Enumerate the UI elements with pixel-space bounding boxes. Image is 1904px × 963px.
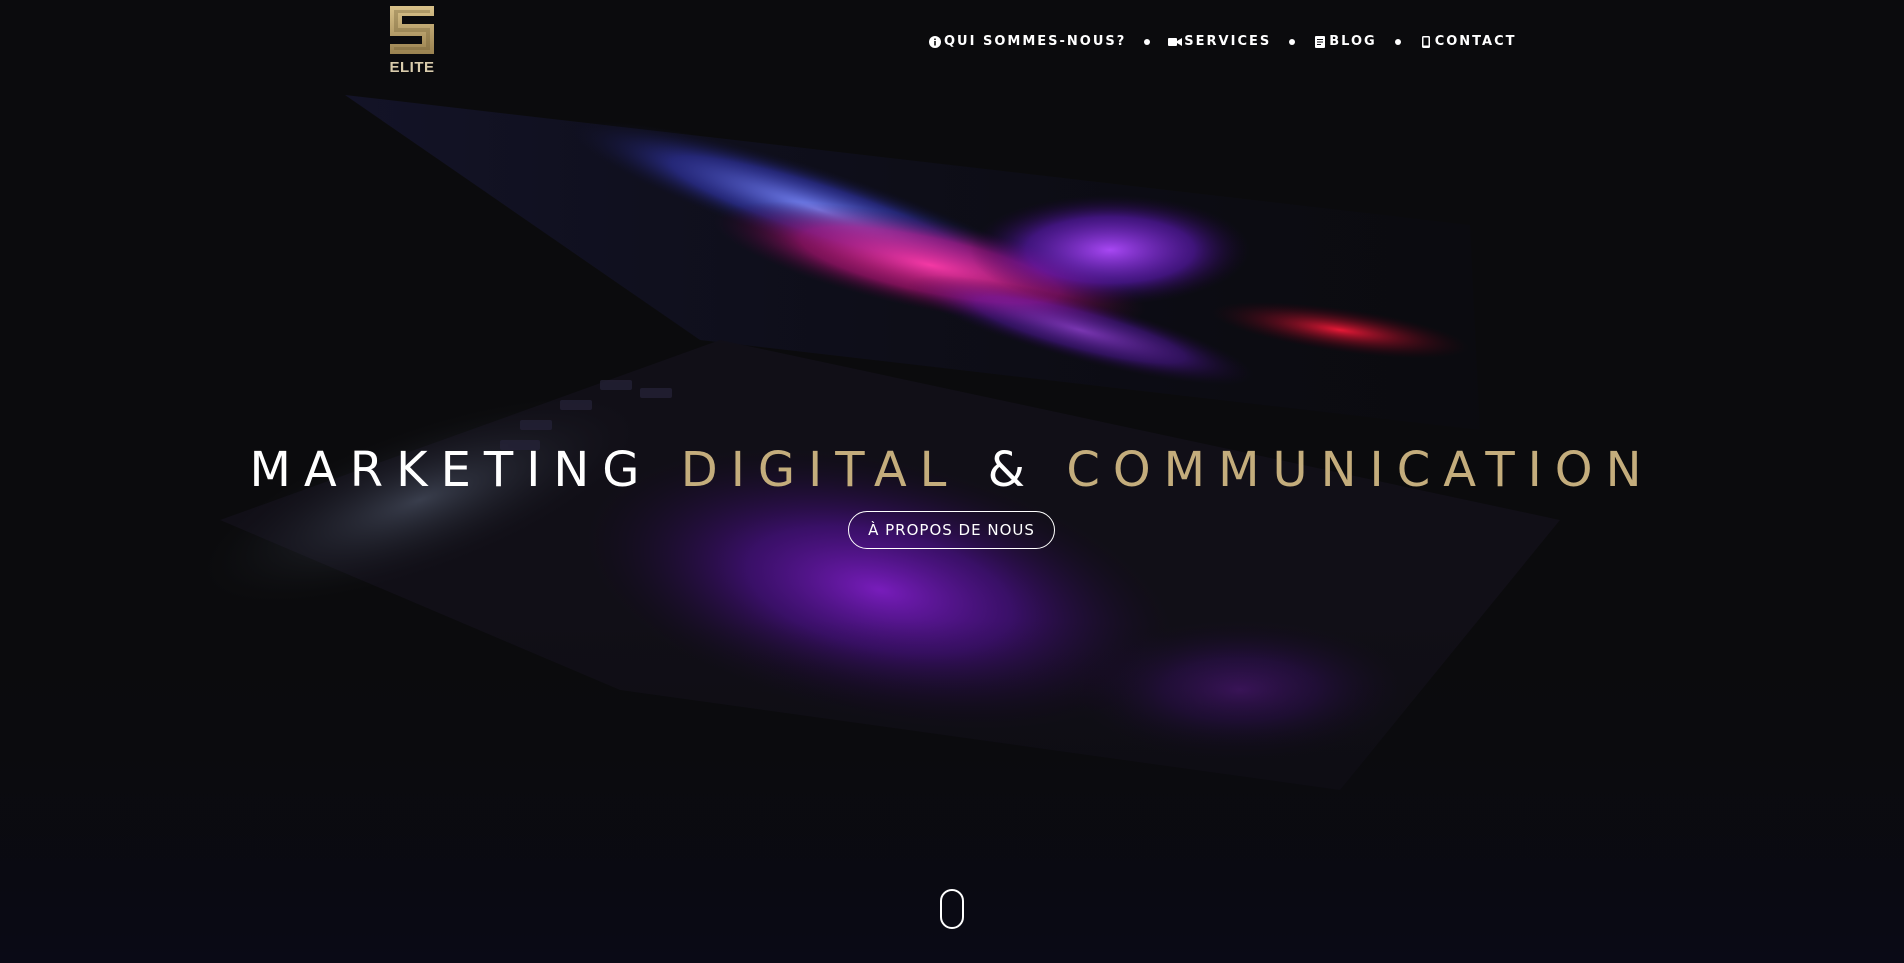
headline-word-marketing: MARKETING xyxy=(249,442,653,498)
nav-item-about[interactable]: QUI SOMMES-NOUS? xyxy=(928,34,1126,49)
page: ELITE QUI SOMMES-NOUS? SERVICES BLOG CON… xyxy=(0,0,1904,963)
nav-label-contact: CONTACT xyxy=(1434,34,1517,49)
nav-item-blog[interactable]: BLOG xyxy=(1313,34,1376,49)
info-circle-icon xyxy=(928,35,942,49)
nav-item-contact[interactable]: CONTACT xyxy=(1419,34,1517,49)
nav-separator xyxy=(1394,38,1401,45)
video-camera-icon xyxy=(1168,35,1183,49)
document-icon xyxy=(1313,35,1327,49)
nav-label-services: SERVICES xyxy=(1184,34,1272,49)
headline-word-communication: COMMUNICATION xyxy=(1066,442,1655,498)
nav-label-about: QUI SOMMES-NOUS? xyxy=(944,34,1127,49)
hero-headline: MARKETING DIGITAL & COMMUNICATION xyxy=(0,440,1904,500)
nav-item-services[interactable]: SERVICES xyxy=(1168,34,1271,49)
mouse-scroll-icon[interactable] xyxy=(940,889,964,929)
site-header: ELITE QUI SOMMES-NOUS? SERVICES BLOG CON… xyxy=(0,0,1904,90)
about-us-button[interactable]: À PROPOS DE NOUS xyxy=(848,511,1055,549)
mobile-phone-icon xyxy=(1419,35,1433,49)
headline-ampersand: & xyxy=(987,442,1039,498)
nav-separator xyxy=(1144,38,1151,45)
logo-mark-icon xyxy=(390,6,434,54)
headline-word-digital: DIGITAL xyxy=(680,442,960,498)
nav-label-blog: BLOG xyxy=(1329,34,1377,49)
logo-wordmark: ELITE xyxy=(389,59,435,76)
site-logo[interactable]: ELITE xyxy=(380,2,444,82)
main-navigation: QUI SOMMES-NOUS? SERVICES BLOG CONTACT xyxy=(928,34,1517,49)
nav-separator xyxy=(1289,38,1296,45)
